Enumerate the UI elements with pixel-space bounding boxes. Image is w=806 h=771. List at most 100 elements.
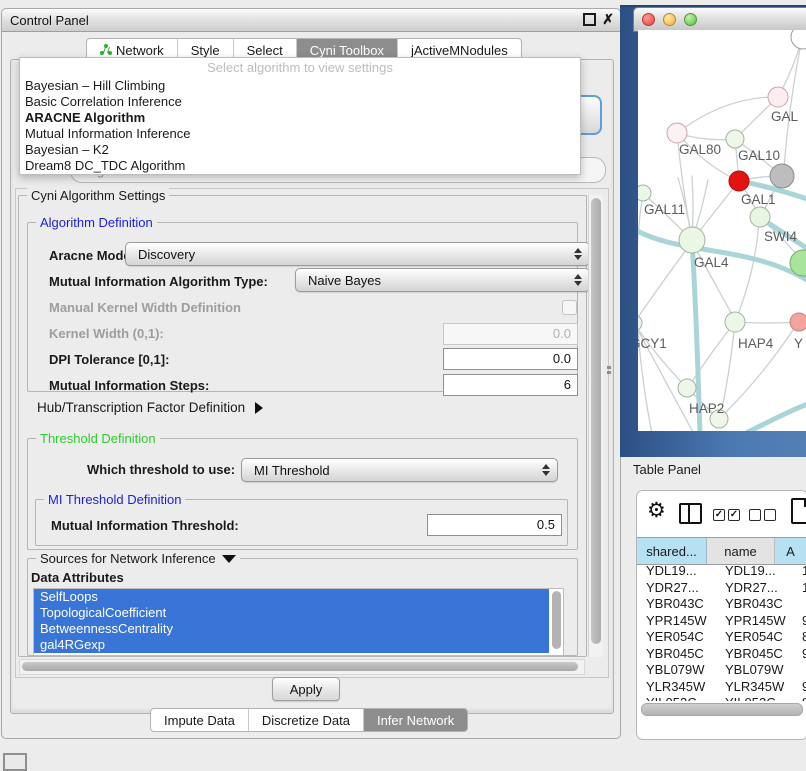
sources-title[interactable]: Sources for Network Inference <box>36 551 240 566</box>
table-row[interactable]: YLR345WYLR345W9. <box>637 679 806 696</box>
table-rows: YDL19...YDL19...13YDR27...YDR27...12YBR0… <box>637 563 806 701</box>
collapsed-panel-icon[interactable] <box>3 753 27 771</box>
algorithm-option[interactable]: Bayesian – Hill Climbing <box>20 78 580 94</box>
kernel-width-field[interactable]: 0.0 <box>443 323 578 345</box>
algorithm-option[interactable]: ARACNE Algorithm <box>20 110 580 126</box>
table-cell: YBR045C <box>716 646 793 663</box>
network-node[interactable] <box>790 313 806 331</box>
node-label: SWI4 <box>764 229 797 244</box>
network-node[interactable] <box>768 87 788 107</box>
network-node[interactable] <box>638 315 642 331</box>
mi-threshold-field[interactable]: 0.5 <box>427 514 562 536</box>
table-row[interactable]: YDR27...YDR27...12 <box>637 580 806 597</box>
control-panel-titlebar[interactable]: Control Panel ✗ <box>2 9 620 32</box>
panel-splitter-handle[interactable] <box>607 366 612 378</box>
network-node[interactable] <box>726 130 744 148</box>
unchecked-checkbox-icon[interactable] <box>764 509 776 521</box>
dpi-tolerance-field[interactable]: 0.0 <box>443 348 578 370</box>
network-node[interactable] <box>638 185 651 201</box>
minimize-traffic-light-icon[interactable] <box>663 13 676 26</box>
algorithm-option[interactable]: Dream8 DC_TDC Algorithm <box>20 158 580 174</box>
node-label: GAL10 <box>738 148 780 163</box>
table-cell: 9. <box>793 695 806 701</box>
network-edge <box>638 325 687 388</box>
table-cell: YDL19... <box>716 563 793 580</box>
table-horizontal-scrollbar[interactable] <box>641 703 803 716</box>
table-cell: YPR145W <box>716 613 793 630</box>
checked-checkbox-icon[interactable] <box>713 509 725 521</box>
sources-title-text: Sources for Network Inference <box>40 551 216 566</box>
zoom-traffic-light-icon[interactable] <box>684 13 697 26</box>
table-cell: 8. <box>793 629 806 646</box>
manual-kernel-checkbox[interactable] <box>562 300 577 315</box>
algorithm-option[interactable]: Mutual Information Inference <box>20 126 580 142</box>
hub-section-toggle[interactable]: Hub/Transcription Factor Definition <box>37 400 263 415</box>
network-node[interactable] <box>729 171 749 191</box>
table-cell <box>793 596 806 613</box>
settings-horizontal-scrollbar[interactable] <box>19 659 585 675</box>
tab-infer-network[interactable]: Infer Network <box>364 709 467 731</box>
table-cell <box>793 662 806 679</box>
table-row[interactable]: YBR043CYBR043C <box>637 596 806 613</box>
column-header[interactable]: A <box>775 538 806 564</box>
table-cell: YBR045C <box>637 646 716 663</box>
network-node[interactable] <box>791 30 806 49</box>
table-row[interactable]: YDL19...YDL19...13 <box>637 563 806 580</box>
table-panel-title: Table Panel <box>633 462 701 477</box>
aracne-mode-combobox[interactable]: Discovery <box>125 242 590 266</box>
settings-vertical-scrollbar[interactable] <box>588 195 603 657</box>
combo-arrows-icon <box>567 269 589 291</box>
cyni-bottom-tabs: Impute DataDiscretize DataInfer Network <box>150 708 468 732</box>
restore-icon[interactable] <box>583 13 596 26</box>
network-node[interactable] <box>750 207 770 227</box>
algorithm-option[interactable]: Basic Correlation Inference <box>20 94 580 110</box>
column-header[interactable]: shared... <box>637 538 707 564</box>
list-scrollbar[interactable] <box>552 591 561 649</box>
table-cell: YLR345W <box>716 679 793 696</box>
apply-button[interactable]: Apply <box>272 677 340 701</box>
mi-steps-field[interactable]: 6 <box>443 374 578 396</box>
network-node[interactable] <box>679 227 705 253</box>
split-columns-icon[interactable] <box>679 503 702 524</box>
table-cell: YBR043C <box>637 596 716 613</box>
table-row[interactable]: YER054CYER054C8. <box>637 629 806 646</box>
table-row[interactable]: YPR145WYPR145W9. <box>637 613 806 630</box>
close-traffic-light-icon[interactable] <box>642 13 655 26</box>
attribute-item[interactable]: gal4RGexp <box>34 637 549 653</box>
table-row[interactable]: YBR045CYBR045C9. <box>637 646 806 663</box>
table-cell: 13 <box>793 563 806 580</box>
checked-checkbox-icon[interactable] <box>728 509 740 521</box>
network-window-titlebar[interactable] <box>633 7 806 32</box>
gear-icon[interactable]: ⚙ <box>647 499 666 523</box>
which-threshold-value: MI Threshold <box>254 463 330 478</box>
network-graph: GALGAL80GAL10GAL1GAL11SWI4GAL4GCY1HAP4YH… <box>638 30 806 431</box>
mi-algorithm-type-combobox[interactable]: Naive Bayes <box>295 268 590 292</box>
network-edge <box>638 193 652 431</box>
unchecked-checkbox-icon[interactable] <box>749 509 761 521</box>
table-cell: YPR145W <box>637 613 716 630</box>
network-node[interactable] <box>770 164 794 188</box>
network-node[interactable] <box>667 123 687 143</box>
attribute-item[interactable]: BetweennessCentrality <box>34 621 549 637</box>
table-row[interactable]: YIL052CYIL052C9. <box>637 695 806 701</box>
column-header[interactable]: name <box>707 538 775 564</box>
which-threshold-combobox[interactable]: MI Threshold <box>241 458 558 482</box>
panel-icon[interactable] <box>791 498 806 524</box>
network-canvas[interactable]: GALGAL80GAL10GAL1GAL11SWI4GAL4GCY1HAP4YH… <box>638 30 806 431</box>
tab-discretize-data[interactable]: Discretize Data <box>249 709 364 731</box>
data-attributes-list[interactable]: SelfLoopsTopologicalCoefficientBetweenne… <box>33 588 564 656</box>
network-node[interactable] <box>725 312 745 332</box>
node-label: HAP4 <box>738 336 774 351</box>
tab-label: Cyni Toolbox <box>310 43 384 58</box>
algorithm-option[interactable]: Bayesian – K2 <box>20 142 580 158</box>
algorithm-options-list: Bayesian – Hill ClimbingBasic Correlatio… <box>20 78 580 174</box>
attribute-item[interactable]: TopologicalCoefficient <box>34 605 549 621</box>
table-row[interactable]: YBL079WYBL079W <box>637 662 806 679</box>
aracne-mode-label: Aracne Mode: <box>49 248 135 263</box>
attribute-item[interactable]: SelfLoops <box>34 589 549 605</box>
network-node[interactable] <box>678 379 696 397</box>
tab-impute-data[interactable]: Impute Data <box>151 709 249 731</box>
node-label: GAL <box>771 109 799 124</box>
close-icon[interactable]: ✗ <box>602 13 614 26</box>
node-label: GAL4 <box>694 255 729 270</box>
